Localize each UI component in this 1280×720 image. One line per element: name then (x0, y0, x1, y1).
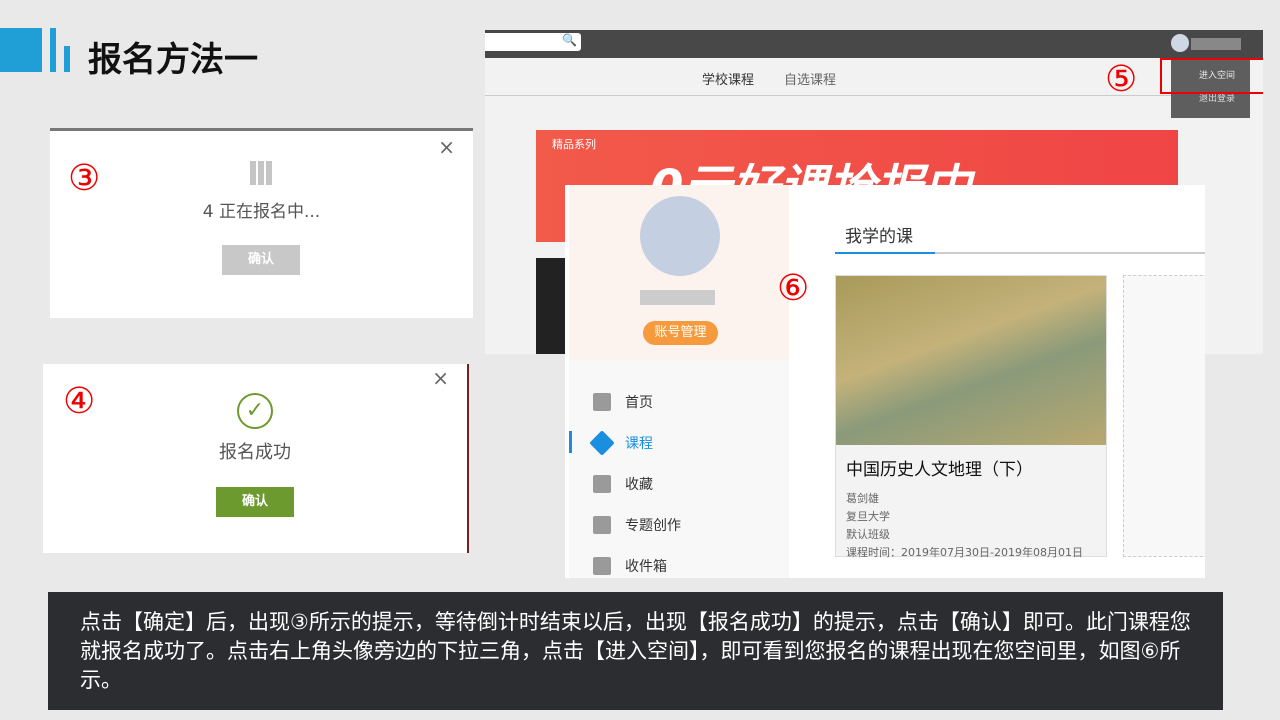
caption-text: 点击【确定】后，出现③所示的提示，等待倒计时结束以后，出现【报名成功】的提示，点… (80, 610, 1191, 692)
nav-active-indicator (569, 431, 572, 453)
nav-label: 收件箱 (625, 559, 667, 575)
tab-underline-active (835, 252, 935, 254)
inbox-icon (593, 557, 611, 575)
tab-elective-courses[interactable]: 自选课程 (784, 69, 836, 88)
highlight-box (1160, 58, 1263, 94)
marker-3: ③ (68, 158, 101, 199)
home-icon (593, 393, 611, 411)
account-settings-button[interactable]: 账号管理 (643, 321, 718, 345)
close-icon[interactable]: × (438, 135, 455, 159)
nav-inbox[interactable]: 收件箱 (593, 556, 667, 576)
banner-tag: 精品系列 (552, 138, 596, 151)
username-blurred (1191, 38, 1241, 50)
tab-school-courses[interactable]: 学校课程 (702, 69, 754, 88)
caption-box: 点击【确定】后，出现③所示的提示，等待倒计时结束以后，出现【报名成功】的提示，点… (48, 592, 1223, 710)
nav-label: 首页 (625, 395, 653, 411)
check-circle-icon: ✓ (237, 393, 273, 429)
enrolling-dialog: ③ × 4 正在报名中... 确认 (50, 128, 473, 318)
title-accent-bar-2 (64, 46, 70, 72)
empty-card-slot (1123, 275, 1205, 557)
search-input[interactable]: 🔍 (485, 33, 581, 51)
tab-my-courses[interactable]: 我学的课 (845, 222, 913, 247)
close-icon[interactable]: × (432, 366, 449, 390)
confirm-button[interactable]: 确认 (216, 487, 294, 517)
avatar (640, 196, 720, 276)
enrolling-message: 4 正在报名中... (202, 202, 321, 222)
marker-6: ⑥ (777, 268, 810, 309)
course-class: 默认班级 (846, 528, 890, 541)
marker-4: ④ (63, 381, 96, 422)
course-card[interactable]: 中国历史人文地理（下） 葛剑雄 复旦大学 默认班级 课程时间：2019年07月3… (835, 275, 1107, 559)
tabs-divider (485, 95, 1171, 96)
marker-5: ⑤ (1105, 59, 1138, 100)
confirm-button[interactable]: 确认 (222, 245, 300, 275)
title-accent (0, 28, 42, 72)
course-title: 中国历史人文地理（下） (846, 460, 1033, 480)
avatar[interactable] (1171, 34, 1189, 52)
courses-icon (589, 430, 615, 456)
page-title: 报名方法一 (88, 40, 258, 80)
nav-home[interactable]: 首页 (593, 392, 653, 412)
success-message: 报名成功 (219, 442, 291, 463)
course-school: 复旦大学 (846, 510, 890, 523)
course-cover-image (836, 276, 1106, 445)
space-screenshot: 账号管理 首页 课程 收藏 专题创作 收件箱 我学的课 ⑥ 中国历史人文地理（下… (565, 185, 1205, 578)
nav-topics[interactable]: 专题创作 (593, 515, 681, 535)
book-icon (593, 475, 611, 493)
nav-label: 收藏 (625, 477, 653, 493)
course-teacher: 葛剑雄 (846, 492, 879, 505)
nav-label: 课程 (625, 436, 653, 452)
pencil-ruler-icon (593, 516, 611, 534)
course-time: 课程时间：2019年07月30日-2019年08月01日 (846, 546, 1083, 559)
username-blurred (640, 290, 715, 305)
success-dialog: ④ × ✓ 报名成功 确认 (43, 364, 469, 553)
title-accent-bar (50, 28, 56, 72)
top-bar (485, 30, 1263, 58)
loading-icon (250, 161, 272, 185)
nav-courses[interactable]: 课程 (589, 430, 653, 456)
nav-favorites[interactable]: 收藏 (593, 474, 653, 494)
nav-label: 专题创作 (625, 518, 681, 534)
